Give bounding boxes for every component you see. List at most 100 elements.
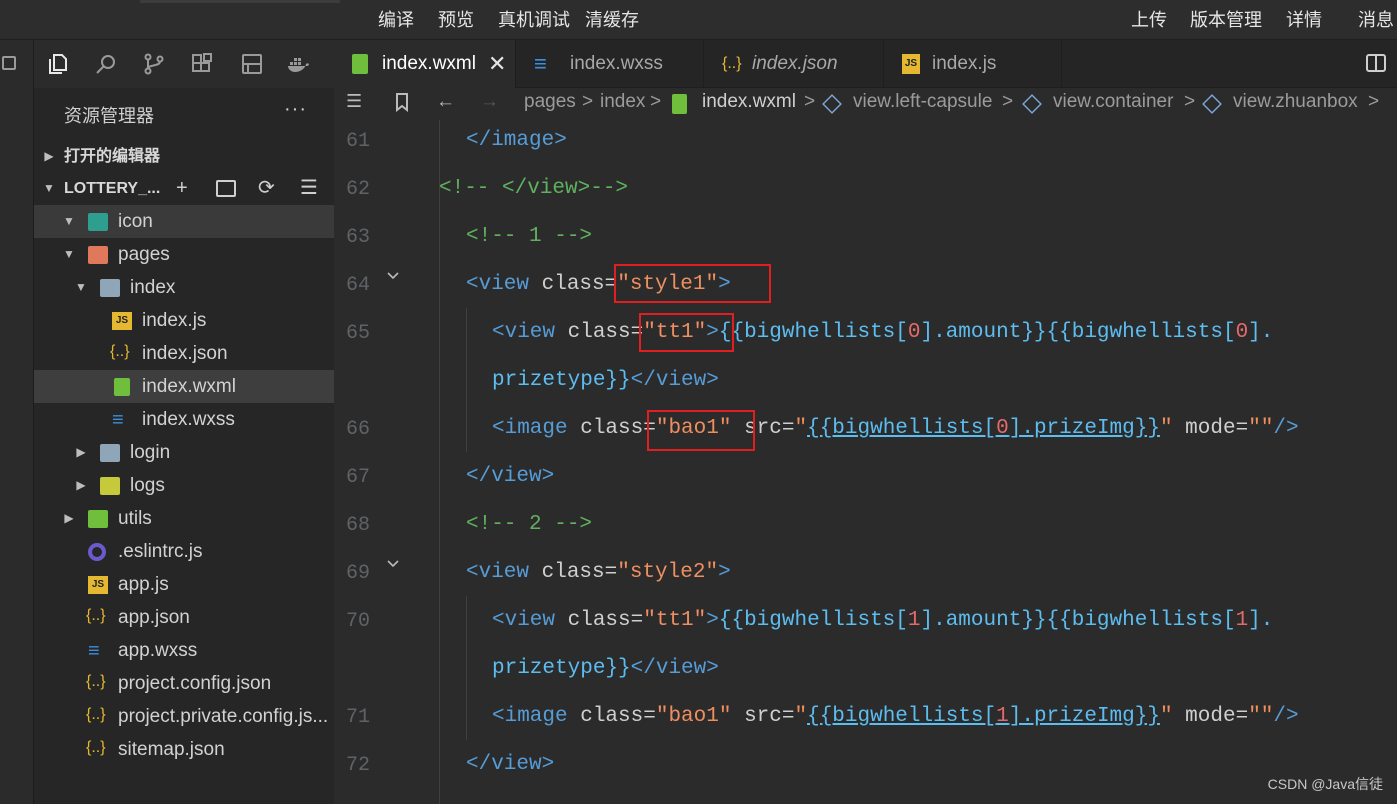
code-line: <view class="tt1">{{bigwhellists[0].amou… <box>492 321 1273 344</box>
bookmark-icon[interactable] <box>392 92 412 113</box>
source-control-icon[interactable] <box>142 52 166 76</box>
open-editors-label: 打开的编辑器 <box>64 148 161 165</box>
code-line: <!-- 1 --> <box>466 225 593 248</box>
refresh-icon[interactable]: ⟳ <box>258 172 275 205</box>
element-icon <box>822 94 842 114</box>
tree-item-app-js[interactable]: JS app.js <box>34 568 334 601</box>
json-file-icon: {..} <box>722 55 742 72</box>
messages-button[interactable]: 消息 <box>1358 0 1394 40</box>
code-token: /> <box>1273 417 1299 440</box>
js-file-icon: JS <box>902 54 920 74</box>
code-token: ].amount}}{{bigwhellists[ <box>920 609 1236 632</box>
list-icon[interactable]: ☰ <box>346 91 362 112</box>
folder-icon <box>88 510 108 528</box>
activity-bar <box>34 40 334 88</box>
extensions-icon[interactable] <box>190 52 214 76</box>
preview-button[interactable]: 预览 <box>438 0 474 40</box>
fold-chevron-icon[interactable] <box>386 266 400 280</box>
tree-item-index-js[interactable]: JS index.js <box>34 304 334 337</box>
code-token: {{bigwhellists[ <box>807 705 997 728</box>
new-folder-icon[interactable] <box>216 180 236 197</box>
compile-button[interactable]: 编译 <box>378 0 414 40</box>
outline-icon[interactable] <box>240 52 264 76</box>
code-line: <!-- </view>--> <box>439 177 629 200</box>
project-header[interactable]: ▼ LOTTERY_... + ⟳ ☰ <box>34 172 334 205</box>
code-line-wrap: prizetype}}</view> <box>492 657 719 680</box>
tab-index-wxss[interactable]: ≡ index.wxss <box>516 40 704 88</box>
breadcrumb-container[interactable]: view.container <box>1053 91 1173 113</box>
more-actions-button[interactable]: ··· <box>284 98 307 121</box>
files-icon[interactable] <box>46 52 70 76</box>
code-token: /> <box>1273 705 1299 728</box>
tree-item-index-wxml[interactable]: index.wxml <box>34 370 334 403</box>
tree-item-pages[interactable]: ▼ pages <box>34 238 334 271</box>
breadcrumb-index[interactable]: index <box>600 91 645 113</box>
line-number: 72 <box>346 754 371 777</box>
close-icon[interactable]: ✕ <box>488 40 506 88</box>
open-editors-header[interactable]: ▶ 打开的编辑器 <box>34 140 334 173</box>
code-token: 0 <box>907 321 921 344</box>
back-icon[interactable]: ← <box>436 91 455 113</box>
tab-index-wxml[interactable]: index.wxml ✕ <box>334 40 516 88</box>
wxml-file-icon <box>352 54 368 74</box>
code-token: ]. <box>1248 609 1274 632</box>
eslint-file-icon <box>88 543 106 561</box>
tree-item-app-json[interactable]: {..} app.json <box>34 601 334 634</box>
code-token: </view> <box>630 369 719 392</box>
tree-item-index-json[interactable]: {..} index.json <box>34 337 334 370</box>
upload-button[interactable]: 上传 <box>1131 0 1167 40</box>
new-file-icon[interactable]: + <box>176 172 188 205</box>
line-number: 61 <box>346 130 371 153</box>
chevron-down-icon: ▼ <box>43 181 55 195</box>
tree-label: project.config.json <box>118 673 272 694</box>
element-icon <box>1022 94 1042 114</box>
version-control-button[interactable]: 版本管理 <box>1190 0 1262 40</box>
tree-item-index-folder[interactable]: ▼ index <box>34 271 334 304</box>
tab-index-js[interactable]: JS index.js <box>884 40 1062 88</box>
tree-item-app-wxss[interactable]: ≡ app.wxss <box>34 634 334 667</box>
tree-item-logs[interactable]: ▶ logs <box>34 469 334 502</box>
tree-label: pages <box>118 244 170 265</box>
tab-index-json[interactable]: {..} index.json <box>704 40 884 88</box>
fold-chevron-icon[interactable] <box>386 554 400 568</box>
breadcrumb-zhuanbox[interactable]: view.zhuanbox <box>1233 91 1358 113</box>
code-token: class= <box>567 417 656 440</box>
tree-item-eslintrc[interactable]: .eslintrc.js <box>34 535 334 568</box>
docker-icon[interactable] <box>286 52 310 76</box>
remote-debug-button[interactable]: 真机调试 <box>498 0 570 40</box>
breadcrumb-pages[interactable]: pages <box>524 91 576 113</box>
breadcrumb-file[interactable]: index.wxml <box>702 91 796 113</box>
code-token: "tt1" <box>643 609 707 632</box>
folder-open-icon <box>88 213 108 231</box>
code-line: <image class="bao1" src="{{bigwhellists[… <box>492 417 1299 440</box>
split-editor-icon[interactable] <box>1365 52 1387 74</box>
tree-item-sitemap[interactable]: {..} sitemap.json <box>34 733 334 766</box>
clear-cache-button[interactable]: 清缓存 <box>585 0 639 40</box>
tree-item-project-config[interactable]: {..} project.config.json <box>34 667 334 700</box>
tree-label: logs <box>130 475 165 496</box>
tree-item-login[interactable]: ▶ login <box>34 436 334 469</box>
tree-item-project-private-config[interactable]: {..} project.private.config.js... <box>34 700 334 733</box>
tree-item-utils[interactable]: ▶ utils <box>34 502 334 535</box>
tree-label: app.js <box>118 574 169 595</box>
breadcrumb-left-capsule[interactable]: view.left-capsule <box>853 91 992 113</box>
tree-item-index-wxss[interactable]: ≡ index.wxss <box>34 403 334 436</box>
code-token: > <box>718 561 731 584</box>
explorer-title: 资源管理器 <box>64 106 154 126</box>
project-label: LOTTERY_... <box>64 180 161 197</box>
forward-icon[interactable]: → <box>480 91 499 113</box>
code-editor[interactable]: 61 62 63 64 65 66 67 68 69 70 71 72 </im… <box>334 120 1397 804</box>
tree-item-icon[interactable]: ▼ icon <box>34 205 334 238</box>
code-token: ].prizeImg}} <box>1008 705 1160 728</box>
line-number: 66 <box>346 418 371 441</box>
panel-icon[interactable] <box>2 56 16 70</box>
collapse-all-icon[interactable]: ☰ <box>300 172 318 205</box>
code-token: <image <box>492 705 568 728</box>
search-icon[interactable] <box>94 52 118 76</box>
tree-label: app.wxss <box>118 640 198 661</box>
json-file-icon: {..} <box>86 607 106 624</box>
details-button[interactable]: 详情 <box>1286 0 1322 40</box>
chevron-right-icon: ▶ <box>64 511 74 525</box>
code-token: </view> <box>630 657 719 680</box>
simulator-strip <box>0 40 34 804</box>
